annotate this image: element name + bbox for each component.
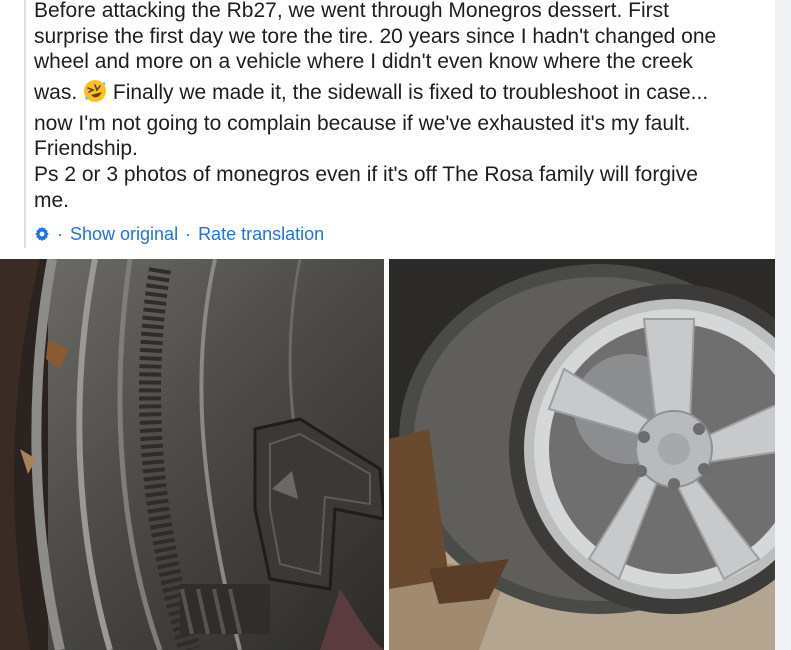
post-line: Before attacking the Rb27, we went throu… xyxy=(34,0,669,22)
post-line-text: was. xyxy=(34,80,78,104)
page-background-edge xyxy=(775,0,791,650)
show-original-link[interactable]: Show original xyxy=(70,224,178,245)
translation-actions: · Show original · Rate translation xyxy=(34,222,324,246)
tire-closeup-photo-icon xyxy=(0,259,384,650)
photo-flat-wheel[interactable] xyxy=(389,259,775,650)
photo-grid xyxy=(0,259,791,650)
rolling-on-floor-laughing-emoji-icon xyxy=(84,79,107,102)
post-line: me. xyxy=(34,188,70,212)
post-line: surprise the first day we tore the tire.… xyxy=(34,24,717,48)
post-line: now I'm not going to complain because if… xyxy=(34,111,691,135)
post-line-with-emoji: was. Finally we made it, the sidewall is… xyxy=(34,75,779,111)
separator: · xyxy=(57,223,63,244)
translation-indicator-bar xyxy=(24,0,26,248)
post-text-area: Before attacking the Rb27, we went throu… xyxy=(0,0,791,258)
post-line: Friendship. xyxy=(34,137,138,161)
post-line-text: Finally we made it, the sidewall is fixe… xyxy=(112,80,709,104)
photo-tire-sidewall[interactable] xyxy=(0,259,384,650)
rate-translation-link[interactable]: Rate translation xyxy=(198,224,324,245)
separator: · xyxy=(185,223,192,244)
post-line: wheel and more on a vehicle where I didn… xyxy=(34,50,693,74)
post-line: Ps 2 or 3 photos of monegros even if it'… xyxy=(34,162,698,186)
gear-icon[interactable] xyxy=(34,226,50,242)
wheel-photo-icon xyxy=(389,259,775,650)
post-body: Before attacking the Rb27, we went throu… xyxy=(34,0,779,213)
